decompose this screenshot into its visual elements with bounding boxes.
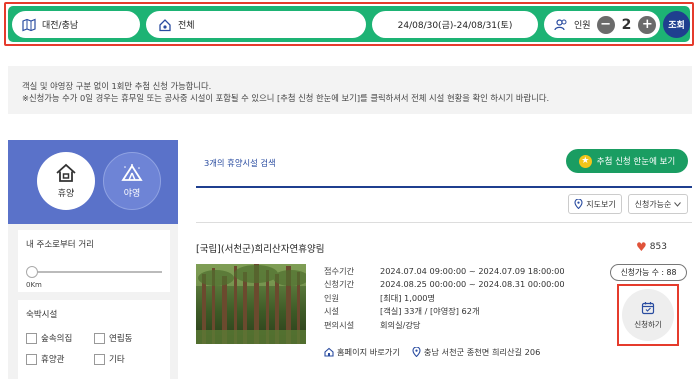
divider [196, 186, 692, 188]
info-key: 인원 [324, 292, 340, 303]
category-rest-button[interactable]: 휴양 [37, 152, 95, 210]
distance-slider[interactable] [26, 266, 162, 278]
category-select[interactable]: 전체 [146, 11, 366, 38]
lodging-option-lodge[interactable]: 휴양관 [26, 353, 94, 365]
search-bar: 대전/충남 전체 24/08/30(금)-24/08/31(토) 인원 − 2 … [8, 6, 690, 42]
apply-button[interactable]: 신청하기 [622, 289, 674, 341]
option-label: 휴양관 [41, 355, 65, 365]
info-key: 시설 [324, 306, 340, 317]
info-value: 회의실/강당 [380, 319, 421, 330]
checkbox[interactable] [94, 353, 105, 365]
info-row: 인원 [최대] 1,000명 [324, 291, 565, 305]
info-row: 접수기간 2024.07.04 09:00:00 ~ 2024.07.09 18:… [324, 264, 565, 278]
homepage-link-label: 홈페이지 바로가기 [337, 347, 400, 357]
available-count-badge: 신청가능 수 : 88 [610, 264, 687, 281]
date-range-picker[interactable]: 24/08/30(금)-24/08/31(토) [372, 11, 538, 38]
notice-line-2: ※신청가능 수가 0일 경우는 휴무일 또는 공사중 시설이 포함될 수 있으니… [22, 93, 550, 103]
info-value: [객실] 33개 / [야영장] 62개 [380, 306, 480, 317]
lodging-filter: 숙박시설 숲속의집 연립동 휴양관 기타 [18, 300, 170, 379]
facility-photo[interactable] [196, 264, 306, 344]
heart-icon: ♥ [636, 240, 647, 254]
distance-title: 내 주소로부터 거리 [26, 240, 94, 250]
map-view-button[interactable]: 지도보기 [568, 194, 622, 214]
people-label: 인원 [574, 21, 591, 31]
category-camp-button[interactable]: 야영 [103, 152, 161, 210]
map-view-label: 지도보기 [586, 199, 616, 209]
people-minus-button[interactable]: − [596, 15, 615, 34]
region-value: 대전/충남 [42, 21, 79, 31]
home-icon [324, 347, 334, 357]
info-value: 2024.08.25 00:00:00 ~ 2024.08.31 00:00:0… [380, 279, 565, 290]
people-plus-button[interactable]: + [638, 15, 657, 34]
users-icon [554, 18, 568, 32]
map-pin-icon [412, 347, 421, 357]
checkbox[interactable] [94, 332, 105, 344]
search-bar-highlight: 대전/충남 전체 24/08/30(금)-24/08/31(토) 인원 − 2 … [4, 2, 694, 46]
like-counter[interactable]: ♥ 853 [636, 240, 667, 254]
option-label: 기타 [109, 355, 125, 365]
distance-value: 0Km [26, 281, 42, 289]
lodging-option-cabin[interactable]: 숲속의집 [26, 332, 94, 344]
lodging-option-other[interactable]: 기타 [94, 353, 162, 365]
lodging-title: 숙박시설 [26, 310, 58, 320]
tent-icon [121, 164, 143, 181]
address-link[interactable]: 충남 서천군 종천면 희리산길 206 [412, 346, 540, 358]
star-icon: ★ [578, 154, 592, 168]
category-rest-label: 휴양 [57, 189, 75, 199]
info-key: 신청기간 [324, 279, 355, 290]
option-label: 숲속의집 [41, 334, 73, 344]
sort-select[interactable]: 신청가능순 [628, 194, 688, 214]
search-button[interactable]: 조회 [663, 11, 690, 38]
info-row: 시설 [객실] 33개 / [야영장] 62개 [324, 305, 565, 319]
like-count: 853 [649, 242, 667, 252]
facility-title[interactable]: [국립](서천군)희리산자연휴양림 [196, 241, 324, 255]
date-range-value: 24/08/30(금)-24/08/31(토) [397, 21, 513, 31]
notice-line-1: 객실 및 야영장 구분 없이 1회만 추첨 신청 가능합니다. [22, 81, 212, 91]
notice-box: 객실 및 야영장 구분 없이 1회만 추첨 신청 가능합니다. ※신청가능 수가… [8, 66, 692, 114]
slider-track [28, 271, 162, 273]
info-row: 편의시설 회의실/강당 [324, 318, 565, 332]
category-value: 전체 [178, 21, 195, 31]
apply-label: 신청하기 [634, 319, 662, 329]
info-value: [최대] 1,000명 [380, 292, 436, 303]
result-count: 3개의 휴양시설 검색 [204, 158, 276, 168]
info-key: 접수기간 [324, 265, 355, 276]
calendar-icon [641, 301, 655, 314]
chevron-down-icon [674, 201, 682, 207]
divider [196, 222, 692, 223]
house-icon [158, 18, 172, 32]
slider-handle[interactable] [26, 266, 38, 278]
checkbox[interactable] [26, 332, 37, 344]
apply-button-highlight: 신청하기 [617, 284, 679, 346]
info-key: 편의시설 [324, 319, 355, 330]
category-camp-label: 야영 [123, 189, 141, 199]
lodging-options: 숲속의집 연립동 휴양관 기타 [26, 332, 162, 365]
facility-links: 홈페이지 바로가기 충남 서천군 종천면 희리산길 206 [324, 346, 552, 358]
lottery-overview-button[interactable]: ★ 추첨 신청 한눈에 보기 [566, 149, 688, 173]
homepage-link[interactable]: 홈페이지 바로가기 [324, 346, 400, 358]
info-row: 신청기간 2024.08.25 00:00:00 ~ 2024.08.31 00:… [324, 278, 565, 292]
lottery-overview-label: 추첨 신청 한눈에 보기 [596, 157, 676, 167]
region-select[interactable]: 대전/충남 [12, 11, 140, 38]
map-icon [22, 18, 36, 32]
option-label: 연립동 [109, 334, 133, 344]
distance-filter: 내 주소로부터 거리 0Km [18, 230, 170, 292]
filter-sidebar: 휴양 야영 내 주소로부터 거리 0Km 숙박시설 숲속의집 연립동 휴양관 기… [8, 140, 178, 379]
info-value: 2024.07.04 09:00:00 ~ 2024.07.09 18:00:0… [380, 265, 565, 276]
people-count: 2 [621, 16, 632, 33]
category-tabs: 휴양 야영 [8, 140, 178, 224]
facility-info: 접수기간 2024.07.04 09:00:00 ~ 2024.07.09 18:… [324, 264, 565, 332]
checkbox[interactable] [26, 353, 37, 365]
map-pin-icon [574, 199, 583, 209]
sort-value: 신청가능순 [634, 199, 672, 209]
house-icon [56, 163, 76, 182]
people-selector: 인원 − 2 + [544, 11, 660, 38]
address-label: 충남 서천군 종천면 희리산길 206 [423, 347, 541, 357]
lodging-option-rowhouse[interactable]: 연립동 [94, 332, 162, 344]
